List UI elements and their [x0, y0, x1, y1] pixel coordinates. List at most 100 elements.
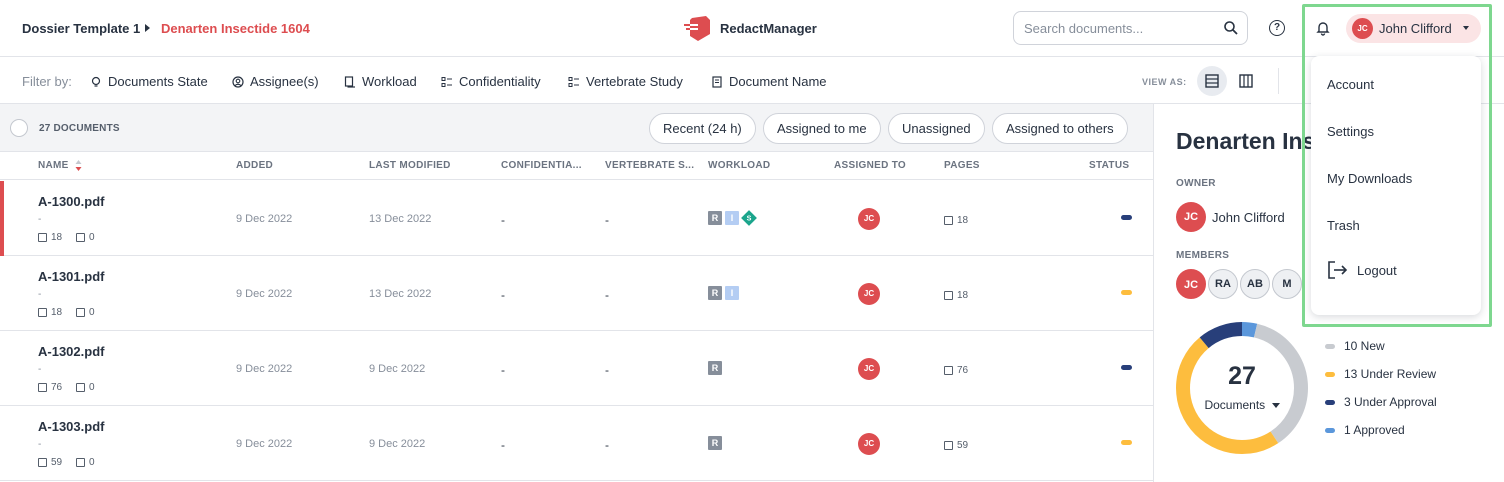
status-indicator — [1121, 215, 1132, 220]
member-avatar[interactable]: JC — [1176, 269, 1206, 299]
quick-filter-recent[interactable]: Recent (24 h) — [649, 113, 756, 144]
filter-confidentiality[interactable]: Confidentiality — [441, 74, 541, 89]
table-row[interactable]: A-1302.pdf - 76 0 9 Dec 2022 9 Dec 2022 … — [0, 331, 1153, 406]
workload-image-badge: I — [725, 286, 739, 300]
table-header: NAME ADDED LAST MODIFIED CONFIDENTIA... … — [0, 152, 1153, 180]
workload-image-badge: I — [725, 211, 739, 225]
legend-swatch — [1325, 343, 1335, 349]
user-menu-button[interactable]: JC John Clifford — [1346, 14, 1481, 43]
menu-item-settings[interactable]: Settings — [1327, 124, 1374, 139]
file-name[interactable]: A-1300.pdf — [38, 194, 104, 209]
table-row[interactable]: A-1303.pdf - 59 0 9 Dec 2022 9 Dec 2022 … — [0, 406, 1153, 481]
select-all-checkbox[interactable] — [10, 119, 28, 137]
legend-new[interactable]: 10 New — [1325, 339, 1385, 353]
file-subtitle: - — [38, 214, 42, 225]
top-bar: Dossier Template 1 Denarten Insectide 16… — [0, 0, 1504, 57]
file-name[interactable]: A-1303.pdf — [38, 419, 104, 434]
annotation-count: 0 — [89, 382, 95, 393]
column-confidentiality[interactable]: CONFIDENTIA... — [501, 160, 582, 171]
filter-assignees[interactable]: Assignee(s) — [232, 74, 319, 89]
quick-filter-assigned-to-others[interactable]: Assigned to others — [992, 113, 1128, 144]
help-icon[interactable]: ? — [1269, 20, 1285, 36]
file-name[interactable]: A-1302.pdf — [38, 344, 104, 359]
divider — [1278, 68, 1279, 94]
column-added[interactable]: ADDED — [236, 160, 273, 171]
menu-item-account[interactable]: Account — [1327, 77, 1374, 92]
vertebrate-value: - — [605, 288, 609, 302]
table-row[interactable]: A-1300.pdf - 18 0 9 Dec 2022 13 Dec 2022… — [0, 181, 1153, 256]
bell-icon[interactable] — [1315, 20, 1331, 36]
owner-name: John Clifford — [1212, 210, 1285, 225]
owner-label: OWNER — [1176, 178, 1216, 189]
sort-icon[interactable] — [75, 159, 82, 172]
modified-date: 9 Dec 2022 — [369, 363, 426, 375]
workload-suggestion-letter: S — [746, 213, 752, 222]
breadcrumb-arrow-icon — [145, 24, 150, 32]
legend-swatch — [1325, 371, 1335, 377]
column-vertebrate-study[interactable]: VERTEBRATE S... — [605, 160, 694, 171]
menu-item-trash[interactable]: Trash — [1327, 218, 1360, 233]
confidentiality-value: - — [501, 363, 505, 377]
pages-icon — [38, 383, 47, 392]
logout-icon[interactable] — [1326, 260, 1350, 280]
assignee-avatar[interactable]: JC — [858, 433, 880, 455]
pages-cell: 59 — [944, 440, 968, 451]
modified-date: 13 Dec 2022 — [369, 213, 432, 225]
column-workload[interactable]: WORKLOAD — [708, 160, 770, 171]
column-status[interactable]: STATUS — [1089, 160, 1129, 171]
brand-logo[interactable]: RedactManager — [684, 14, 834, 42]
column-assigned-to[interactable]: ASSIGNED TO — [834, 160, 906, 171]
file-subtitle: - — [38, 439, 42, 450]
members-label: MEMBERS — [1176, 250, 1230, 261]
member-avatar[interactable]: M — [1272, 269, 1302, 299]
assignee-avatar[interactable]: JC — [858, 208, 880, 230]
filter-vertebrate-study[interactable]: Vertebrate Study — [568, 74, 683, 89]
document-icon — [712, 75, 722, 88]
menu-item-logout[interactable]: Logout — [1357, 263, 1397, 278]
added-date: 9 Dec 2022 — [236, 288, 293, 300]
filter-workload[interactable]: Workload — [344, 74, 417, 89]
file-name[interactable]: A-1301.pdf — [38, 269, 104, 284]
vertebrate-value: - — [605, 438, 609, 452]
legend-label: 3 Under Approval — [1344, 395, 1437, 409]
member-avatar[interactable]: AB — [1240, 269, 1270, 299]
column-last-modified[interactable]: LAST MODIFIED — [369, 160, 451, 171]
breadcrumb-parent[interactable]: Dossier Template 1 — [22, 21, 140, 36]
documents-total-dropdown[interactable]: Documents — [1154, 398, 1330, 412]
filter-bar: Filter by: Documents State Assignee(s) W… — [0, 57, 1504, 104]
member-avatar[interactable]: RA — [1208, 269, 1238, 299]
filter-documents-state[interactable]: Documents State — [90, 74, 208, 89]
pages-icon — [944, 441, 953, 450]
quick-filter-unassigned[interactable]: Unassigned — [888, 113, 985, 144]
legend-under-review[interactable]: 13 Under Review — [1325, 367, 1436, 381]
workload-redaction-badge: R — [708, 211, 722, 225]
search-box[interactable] — [1013, 11, 1248, 45]
documents-total-label: Documents — [1204, 398, 1266, 412]
user-dropdown-menu: Account Settings My Downloads Trash Logo… — [1311, 56, 1481, 315]
filter-label: Documents State — [108, 74, 208, 89]
column-pages[interactable]: PAGES — [944, 160, 980, 171]
annotations-icon — [76, 308, 85, 317]
legend-label: 13 Under Review — [1344, 367, 1437, 381]
search-icon[interactable] — [1223, 20, 1239, 36]
list-view-button[interactable] — [1197, 66, 1227, 96]
page-count: 18 — [51, 232, 63, 243]
quick-filter-assigned-to-me[interactable]: Assigned to me — [763, 113, 881, 144]
legend-under-approval[interactable]: 3 Under Approval — [1325, 395, 1437, 409]
assignee-avatar[interactable]: JC — [858, 358, 880, 380]
filter-document-name[interactable]: Document Name — [711, 74, 827, 89]
board-view-button[interactable] — [1231, 66, 1261, 96]
search-input[interactable] — [1024, 21, 1214, 36]
assignee-avatar[interactable]: JC — [858, 283, 880, 305]
pages-icon — [38, 458, 47, 467]
column-name[interactable]: NAME — [38, 160, 69, 171]
workload-badges: R I — [708, 286, 739, 300]
table-row[interactable]: A-1301.pdf - 18 0 9 Dec 2022 13 Dec 2022… — [0, 256, 1153, 331]
legend-approved[interactable]: 1 Approved — [1325, 423, 1405, 437]
filter-label: Workload — [362, 74, 417, 89]
menu-item-my-downloads[interactable]: My Downloads — [1327, 171, 1412, 186]
added-date: 9 Dec 2022 — [236, 438, 293, 450]
view-as-label: VIEW AS: — [1142, 77, 1187, 87]
vertebrate-value: - — [605, 213, 609, 227]
breadcrumb-current[interactable]: Denarten Insectide 1604 — [161, 21, 310, 36]
